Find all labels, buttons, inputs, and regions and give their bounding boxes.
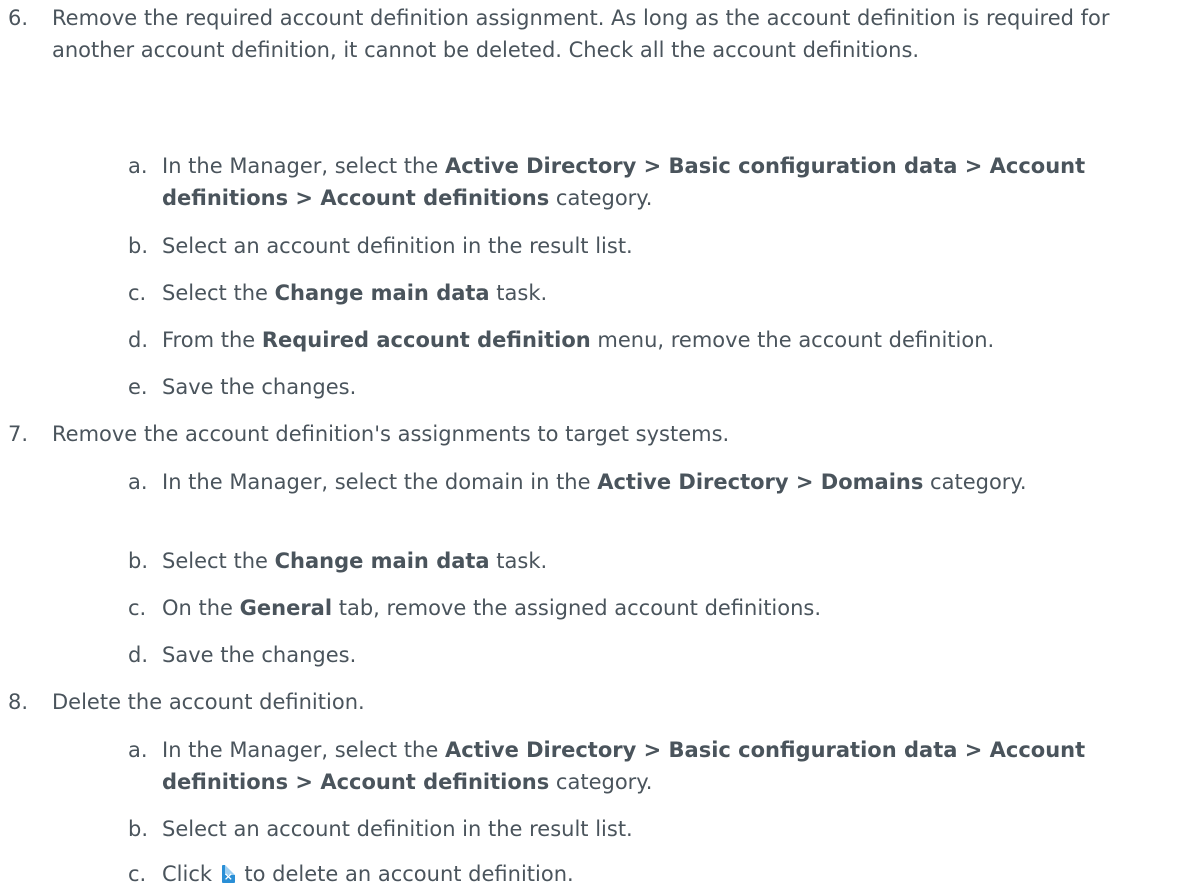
step-number: 7. xyxy=(8,422,29,446)
substep-letter: a. xyxy=(128,154,148,178)
step-text: Remove the account definition's assignme… xyxy=(52,422,730,446)
step-number: 6. xyxy=(8,6,29,30)
step-number: 8. xyxy=(8,690,29,714)
substep-letter: c. xyxy=(128,281,147,305)
task-name: Change main data xyxy=(274,549,490,573)
substep-text: Save the changes. xyxy=(162,375,357,399)
substep-text: Select an account definition in the resu… xyxy=(162,817,633,841)
substep-text: Select the Change main data task. xyxy=(162,281,548,305)
substep-text: In the Manager, select the Active Direct… xyxy=(162,738,1086,794)
substep-letter: c. xyxy=(128,596,147,620)
substep-text: Click × to delete an account definition. xyxy=(162,862,574,886)
substep-letter: a. xyxy=(128,738,148,762)
menu-path: Active Directory > Domains xyxy=(597,470,924,494)
substep-letter: d. xyxy=(128,643,149,667)
delete-document-icon[interactable]: × xyxy=(221,865,235,883)
document-page: 6. Remove the required account definitio… xyxy=(0,0,1184,886)
substep-letter: b. xyxy=(128,234,149,258)
substep-letter: d. xyxy=(128,328,149,352)
substep-text: From the Required account definition men… xyxy=(162,328,995,352)
task-name: Change main data xyxy=(274,281,490,305)
substep-letter: b. xyxy=(128,549,149,573)
menu-name: Required account definition xyxy=(261,328,591,352)
substep-letter: b. xyxy=(128,817,149,841)
substep-letter: e. xyxy=(128,375,148,399)
step-text: Delete the account definition. xyxy=(52,690,365,714)
substep-text: In the Manager, select the Active Direct… xyxy=(162,154,1086,210)
substep-text: Select an account definition in the resu… xyxy=(162,234,633,258)
step-text: Remove the required account definition a… xyxy=(52,6,1110,62)
tab-name: General xyxy=(239,596,333,620)
substep-letter: c. xyxy=(128,862,147,886)
substep-text: Select the Change main data task. xyxy=(162,549,548,573)
substep-text: On the General tab, remove the assigned … xyxy=(162,596,822,620)
substep-text: Save the changes. xyxy=(162,643,357,667)
substep-text: In the Manager, select the domain in the… xyxy=(162,470,1027,494)
substep-letter: a. xyxy=(128,470,148,494)
